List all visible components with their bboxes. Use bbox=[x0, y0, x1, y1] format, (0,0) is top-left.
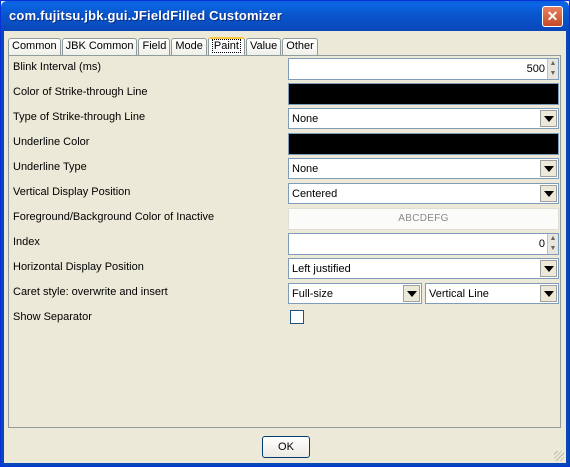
tab-paint-label: Paint bbox=[211, 39, 241, 53]
inactive-color-preview[interactable]: ABCDEFG bbox=[288, 208, 559, 230]
row-underline-color: Underline Color bbox=[9, 132, 560, 157]
row-vertical-position: Vertical Display Position Centered bbox=[9, 182, 560, 207]
index-arrows: ▲ ▼ bbox=[547, 234, 558, 254]
spin-up-icon[interactable]: ▲ bbox=[548, 59, 558, 69]
chevron-down-icon[interactable] bbox=[540, 110, 557, 127]
row-index: Index 0 ▲ ▼ bbox=[9, 232, 560, 257]
underline-type-dropdown[interactable]: None bbox=[288, 158, 559, 179]
paint-panel: Blink Interval (ms) 500 ▲ ▼ Color of Str… bbox=[8, 55, 561, 428]
tab-value[interactable]: Value bbox=[245, 38, 282, 55]
chevron-down-icon[interactable] bbox=[403, 285, 420, 302]
tab-field[interactable]: Field bbox=[138, 38, 171, 55]
chevron-down-icon[interactable] bbox=[540, 185, 557, 202]
show-separator-checkbox[interactable] bbox=[290, 310, 304, 324]
tab-strip: Common JBK Common Field Mode Paint Value… bbox=[8, 37, 319, 55]
row-horizontal-position: Horizontal Display Position Left justifi… bbox=[9, 257, 560, 282]
vertical-position-dropdown[interactable]: Centered bbox=[288, 183, 559, 204]
caret-overwrite-value: Full-size bbox=[292, 288, 333, 300]
window-frame-right bbox=[566, 31, 569, 466]
close-icon: ✕ bbox=[546, 8, 559, 24]
tab-common[interactable]: Common bbox=[8, 38, 61, 55]
spin-up-icon[interactable]: ▲ bbox=[548, 234, 558, 244]
row-strike-color: Color of Strike-through Line bbox=[9, 82, 560, 107]
inactive-color-label: Foreground/Background Color of Inactive bbox=[13, 211, 215, 223]
close-button[interactable]: ✕ bbox=[542, 6, 563, 27]
underline-color-swatch[interactable] bbox=[288, 133, 559, 155]
vertical-position-value: Centered bbox=[292, 188, 338, 200]
blink-interval-spinner[interactable]: 500 ▲ ▼ bbox=[288, 58, 559, 80]
chevron-down-icon[interactable] bbox=[540, 160, 557, 177]
ok-button[interactable]: OK bbox=[262, 436, 310, 458]
customizer-window: com.fujitsu.jbk.gui.JFieldFilled Customi… bbox=[0, 0, 570, 467]
tab-mode[interactable]: Mode bbox=[171, 38, 207, 55]
blink-interval-value: 500 bbox=[526, 63, 545, 75]
blink-interval-label: Blink Interval (ms) bbox=[13, 61, 102, 73]
chevron-down-icon[interactable] bbox=[540, 285, 557, 302]
underline-type-value: None bbox=[292, 163, 319, 175]
inactive-color-sample-text: ABCDEFG bbox=[398, 213, 449, 224]
strike-color-swatch[interactable] bbox=[288, 83, 559, 105]
spin-down-icon[interactable]: ▼ bbox=[548, 244, 558, 254]
window-frame-bottom bbox=[1, 463, 569, 466]
strike-type-label: Type of Strike-through Line bbox=[13, 111, 146, 123]
horizontal-position-label: Horizontal Display Position bbox=[13, 261, 144, 273]
title-bar[interactable]: com.fujitsu.jbk.gui.JFieldFilled Customi… bbox=[1, 1, 569, 31]
index-spinner[interactable]: 0 ▲ ▼ bbox=[288, 233, 559, 255]
tab-other[interactable]: Other bbox=[282, 38, 318, 55]
chevron-down-icon[interactable] bbox=[540, 260, 557, 277]
resize-grip-icon[interactable] bbox=[554, 451, 564, 461]
strike-type-value: None bbox=[292, 113, 319, 125]
strike-color-label: Color of Strike-through Line bbox=[13, 86, 148, 98]
blink-interval-arrows: ▲ ▼ bbox=[547, 59, 558, 79]
underline-type-label: Underline Type bbox=[13, 161, 87, 173]
row-underline-type: Underline Type None bbox=[9, 157, 560, 182]
caret-insert-value: Vertical Line bbox=[429, 288, 489, 300]
show-separator-label: Show Separator bbox=[13, 311, 92, 323]
vertical-position-label: Vertical Display Position bbox=[13, 186, 131, 198]
caret-overwrite-dropdown[interactable]: Full-size bbox=[288, 283, 422, 304]
underline-color-label: Underline Color bbox=[13, 136, 90, 148]
row-strike-type: Type of Strike-through Line None bbox=[9, 107, 560, 132]
tab-paint[interactable]: Paint bbox=[207, 37, 245, 55]
tab-jbk-common[interactable]: JBK Common bbox=[61, 38, 138, 55]
spin-down-icon[interactable]: ▼ bbox=[548, 69, 558, 79]
window-title: com.fujitsu.jbk.gui.JFieldFilled Customi… bbox=[9, 8, 282, 23]
caret-insert-dropdown[interactable]: Vertical Line bbox=[425, 283, 559, 304]
strike-type-dropdown[interactable]: None bbox=[288, 108, 559, 129]
window-frame-left bbox=[1, 31, 4, 466]
row-inactive-color: Foreground/Background Color of Inactive … bbox=[9, 207, 560, 232]
caret-style-label: Caret style: overwrite and insert bbox=[13, 286, 168, 298]
horizontal-position-value: Left justified bbox=[292, 263, 351, 275]
index-value: 0 bbox=[538, 238, 545, 250]
row-show-separator: Show Separator bbox=[9, 307, 560, 332]
row-caret-style: Caret style: overwrite and insert Full-s… bbox=[9, 282, 560, 307]
horizontal-position-dropdown[interactable]: Left justified bbox=[288, 258, 559, 279]
row-blink-interval: Blink Interval (ms) 500 ▲ ▼ bbox=[9, 57, 560, 82]
index-label: Index bbox=[13, 236, 40, 248]
